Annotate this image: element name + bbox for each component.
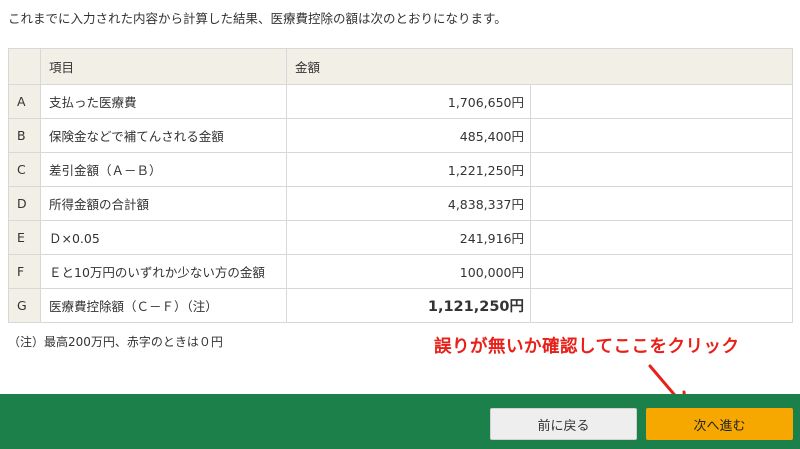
row-item: 所得金額の合計額 (40, 186, 287, 221)
row-key: G (8, 288, 41, 323)
row-spacer (530, 254, 794, 289)
header-item: 項目 (40, 48, 287, 85)
table-row: C 差引金額（Ａ－Ｂ） 1,221,250円 (8, 152, 794, 187)
row-amount: 485,400円 (286, 118, 531, 153)
row-spacer (530, 220, 794, 255)
intro-text: これまでに入力された内容から計算した結果、医療費控除の額は次のとおりになります。 (8, 11, 507, 26)
footnote: （注）最高200万円、赤字のときは０円 (8, 335, 223, 349)
row-spacer (530, 118, 794, 153)
row-amount: 241,916円 (286, 220, 531, 255)
row-spacer (530, 84, 794, 119)
row-item: 医療費控除額（Ｃ－Ｆ）（注） (40, 288, 287, 323)
row-key: E (8, 220, 41, 255)
table-row: A 支払った医療費 1,706,650円 (8, 84, 794, 119)
row-item: 差引金額（Ａ－Ｂ） (40, 152, 287, 187)
next-button[interactable]: 次へ進む (646, 408, 793, 440)
row-spacer (530, 152, 794, 187)
row-item: 保険金などで補てんされる金額 (40, 118, 287, 153)
row-key: F (8, 254, 41, 289)
row-item: Ｄ×0.05 (40, 220, 287, 255)
row-key: A (8, 84, 41, 119)
row-item: 支払った医療費 (40, 84, 287, 119)
table-header-row: 項目 金額 (8, 48, 794, 85)
total-amount: 1,121,250円 (286, 288, 531, 323)
header-key-cell (8, 48, 41, 85)
row-key: B (8, 118, 41, 153)
row-key: C (8, 152, 41, 187)
table-row: E Ｄ×0.05 241,916円 (8, 220, 794, 255)
back-button[interactable]: 前に戻る (490, 408, 637, 440)
row-spacer (530, 288, 794, 323)
row-amount: 1,706,650円 (286, 84, 531, 119)
row-amount: 4,838,337円 (286, 186, 531, 221)
row-spacer (530, 186, 794, 221)
table-row: D 所得金額の合計額 4,838,337円 (8, 186, 794, 221)
row-amount: 1,221,250円 (286, 152, 531, 187)
row-item: Ｅと10万円のいずれか少ない方の金額 (40, 254, 287, 289)
instruction-callout: 誤りが無いか確認してここをクリック (434, 337, 740, 357)
row-key: D (8, 186, 41, 221)
deduction-table: 項目 金額 A 支払った医療費 1,706,650円 B 保険金などで補てんされ… (8, 48, 794, 323)
table-row-total: G 医療費控除額（Ｃ－Ｆ）（注） 1,121,250円 (8, 288, 794, 323)
table-row: B 保険金などで補てんされる金額 485,400円 (8, 118, 794, 153)
table-row: F Ｅと10万円のいずれか少ない方の金額 100,000円 (8, 254, 794, 289)
row-amount: 100,000円 (286, 254, 531, 289)
header-amount: 金額 (285, 48, 794, 85)
